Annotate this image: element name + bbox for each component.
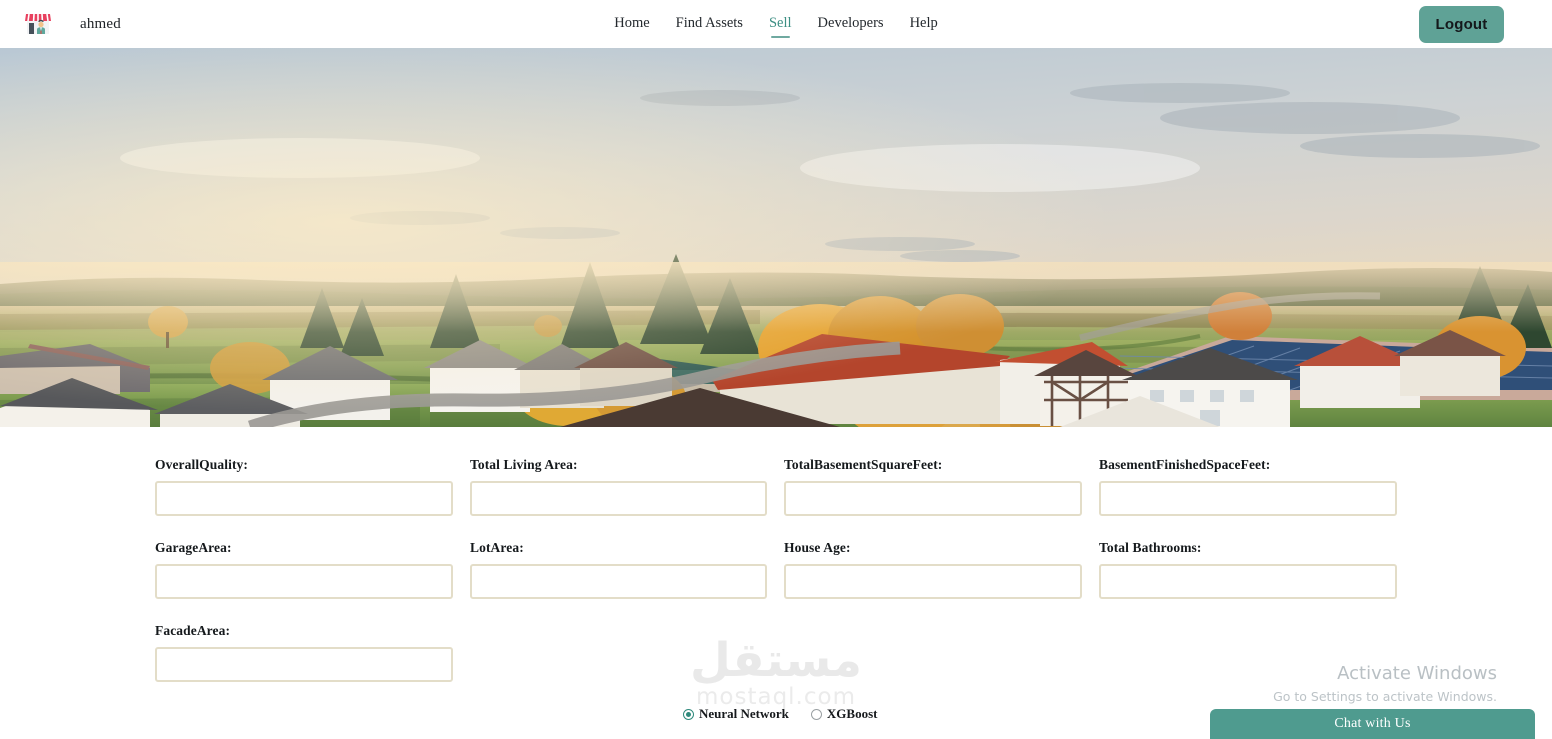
brand-username: ahmed: [80, 15, 121, 32]
field-overall-quality: OverallQuality:: [155, 457, 453, 516]
field-basement-finished-space-feet: BasementFinishedSpaceFeet:: [1099, 457, 1397, 516]
top-navbar: ahmed Home Find Assets Sell Developers H…: [0, 0, 1552, 48]
field-label: Total Living Area:: [470, 457, 578, 472]
total-bathrooms-input[interactable]: [1099, 564, 1397, 599]
field-facade-area: FacadeArea:: [155, 623, 453, 682]
field-label: GarageArea:: [155, 540, 232, 555]
field-label: FacadeArea:: [155, 623, 231, 638]
field-garage-area: GarageArea:: [155, 540, 453, 599]
hero-banner-image: [0, 48, 1552, 427]
nav-link-help[interactable]: Help: [910, 15, 938, 34]
lot-area-input[interactable]: [470, 564, 767, 599]
logout-button[interactable]: Logout: [1419, 6, 1504, 43]
field-total-bathrooms: Total Bathrooms:: [1099, 540, 1397, 599]
total-basement-square-feet-input[interactable]: [784, 481, 1082, 516]
radio-neural-network[interactable]: Neural Network: [683, 706, 789, 722]
property-valuation-form: OverallQuality: Total Living Area: Total…: [0, 427, 1552, 739]
brand[interactable]: ahmed: [24, 11, 121, 37]
model-selection-group: Neural Network XGBoost: [683, 705, 877, 723]
basement-finished-space-feet-input[interactable]: [1099, 481, 1397, 516]
chat-with-us-button[interactable]: Chat with Us: [1210, 709, 1535, 739]
overall-quality-input[interactable]: [155, 481, 453, 516]
radio-label: XGBoost: [826, 706, 878, 721]
field-label: Total Bathrooms:: [1099, 540, 1202, 555]
field-lot-area: LotArea:: [470, 540, 767, 599]
field-label: OverallQuality:: [155, 457, 248, 472]
field-total-living-area: Total Living Area:: [470, 457, 767, 516]
field-house-age: House Age:: [784, 540, 1082, 599]
field-total-basement-square-feet: TotalBasementSquareFeet:: [784, 457, 1082, 516]
primary-nav: Home Find Assets Sell Developers Help: [0, 0, 1552, 48]
radio-label: Neural Network: [699, 706, 789, 721]
house-age-input[interactable]: [784, 564, 1082, 599]
field-label: TotalBasementSquareFeet:: [784, 457, 943, 472]
nav-link-home[interactable]: Home: [614, 15, 649, 34]
total-living-area-input[interactable]: [470, 481, 767, 516]
field-label: BasementFinishedSpaceFeet:: [1099, 457, 1271, 472]
nav-link-find-assets[interactable]: Find Assets: [676, 15, 743, 34]
facade-area-input[interactable]: [155, 647, 453, 682]
field-label: LotArea:: [470, 540, 524, 555]
field-label: House Age:: [784, 540, 851, 555]
radio-xgboost[interactable]: XGBoost: [810, 706, 878, 722]
nav-link-sell[interactable]: Sell: [769, 15, 792, 38]
radio-selected-icon[interactable]: [683, 708, 694, 720]
radio-unselected-icon[interactable]: [810, 708, 822, 720]
convenience-store-icon: [24, 11, 52, 37]
nav-link-developers[interactable]: Developers: [818, 15, 884, 34]
garage-area-input[interactable]: [155, 564, 453, 599]
